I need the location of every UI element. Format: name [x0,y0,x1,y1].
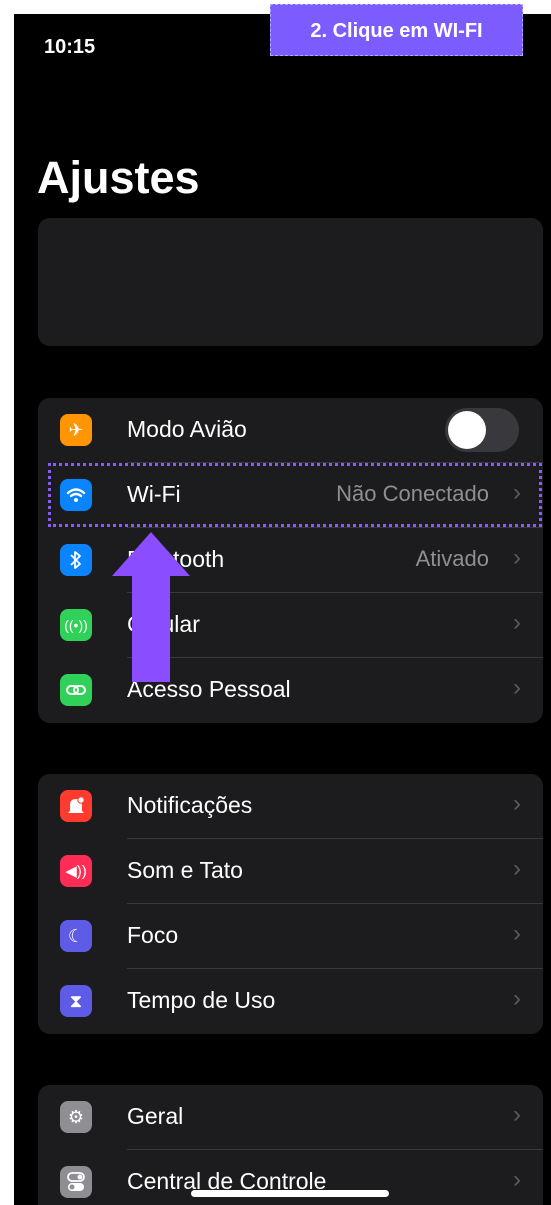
chevron-right-icon: › [513,790,521,817]
chevron-right-icon: › [513,985,521,1012]
status-time: 10:15 [44,36,96,58]
chevron-right-icon: › [513,855,521,882]
hotspot-icon [60,674,92,706]
row-label: Som e Tato [127,857,243,883]
apple-id-card[interactable] [38,218,543,346]
settings-row-foco[interactable]: ☾ Foco › [38,904,543,969]
notifications-group: Notificações › ◀)) Som e Tato › ☾ Foco ›… [38,774,543,1034]
chevron-right-icon: › [513,1166,521,1193]
chevron-right-icon: › [513,609,521,636]
settings-row-som-e-tato[interactable]: ◀)) Som e Tato › [38,839,543,904]
row-label: Notificações [127,792,253,818]
general-group: ⚙ Geral › Central de Controle › [38,1085,543,1205]
page-title: Ajustes [37,152,200,203]
up-arrow-icon [112,532,190,682]
chevron-right-icon: › [513,920,521,947]
row-label: Modo Avião [127,416,247,442]
phone-screen: 10:15 Ajustes ✈ Modo Avião Wi-Fi Não Con… [14,14,551,1205]
settings-row-modo-aviao[interactable]: ✈ Modo Avião [38,398,543,463]
bell-icon [60,790,92,822]
hourglass-icon: ⧗ [60,985,92,1017]
row-label: Tempo de Uso [127,987,276,1013]
speaker-icon: ◀)) [60,855,92,887]
settings-row-tempo-de-uso[interactable]: ⧗ Tempo de Uso › [38,969,543,1034]
toggle-knob [448,411,486,449]
control-center-icon [60,1166,92,1198]
airplane-icon: ✈ [60,414,92,446]
home-indicator [191,1190,389,1197]
row-value: Ativado [415,546,489,571]
row-label: Geral [127,1103,184,1129]
airplane-mode-toggle[interactable] [445,408,519,452]
gear-icon: ⚙ [60,1101,92,1133]
settings-row-notificacoes[interactable]: Notificações › [38,774,543,839]
settings-row-geral[interactable]: ⚙ Geral › [38,1085,543,1150]
row-label: Foco [127,922,179,948]
moon-icon: ☾ [60,920,92,952]
bluetooth-icon [60,544,92,576]
chevron-right-icon: › [513,544,521,571]
chevron-right-icon: › [513,674,521,701]
chevron-right-icon: › [513,1101,521,1128]
instruction-callout: 2. Clique em WI-FI [270,4,523,56]
antenna-icon: ((•)) [60,609,92,641]
wifi-highlight-box [48,463,542,527]
